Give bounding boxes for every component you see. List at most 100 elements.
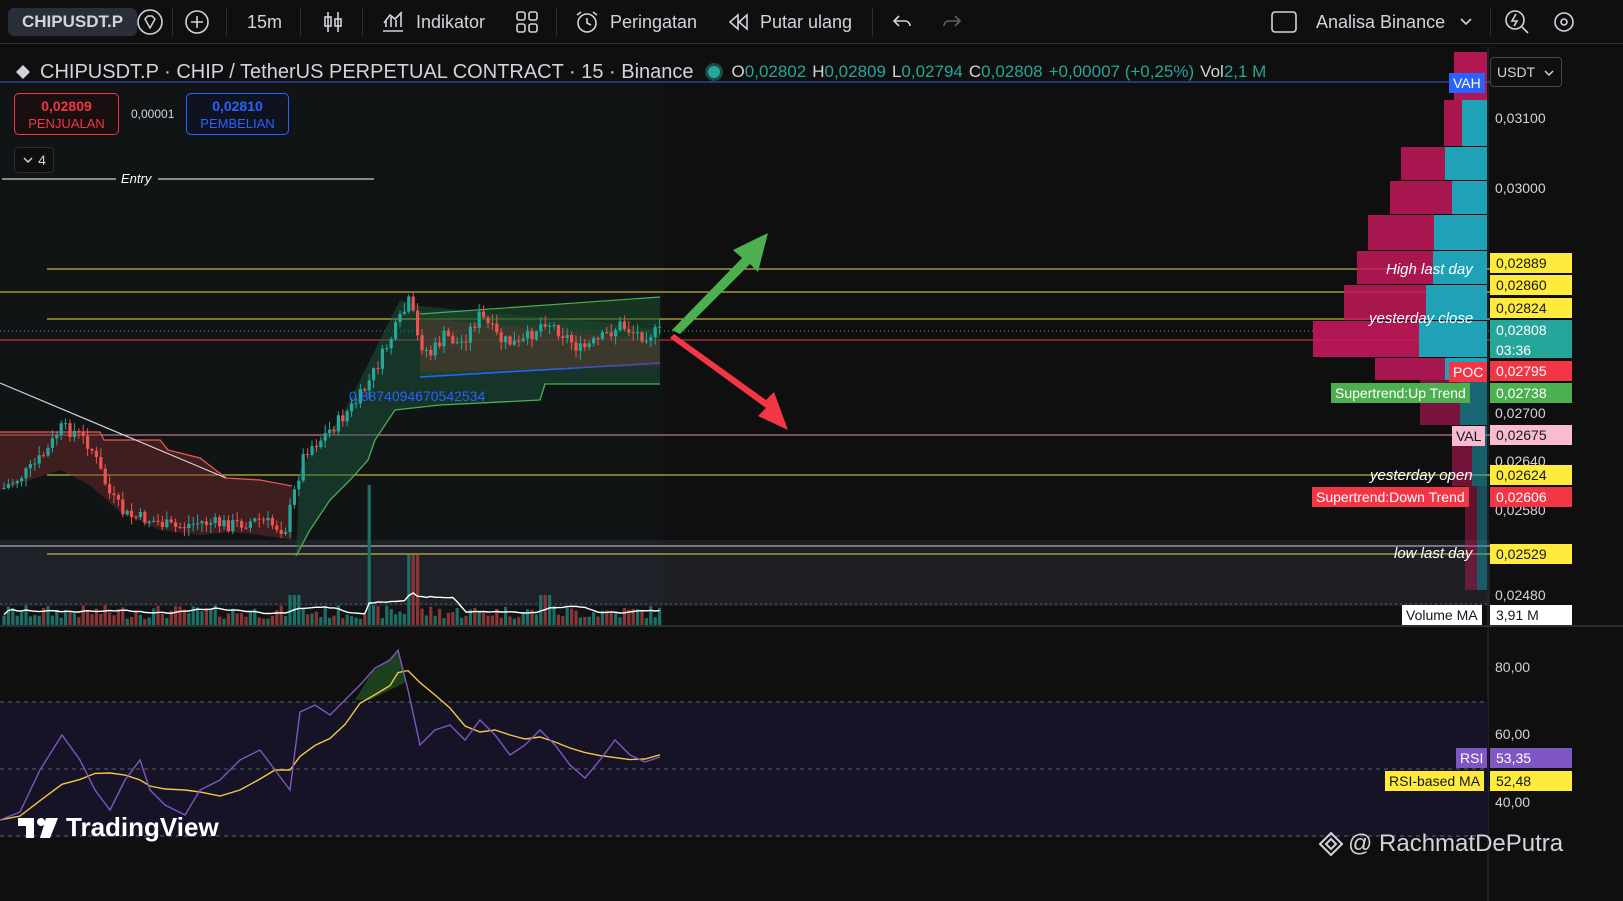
candle-body xyxy=(526,330,530,339)
candle-body xyxy=(468,326,472,343)
symbol-search-button[interactable]: CHIPUSDT.P xyxy=(8,0,138,44)
level-price: 0,02860 xyxy=(1490,275,1572,295)
indicators-button[interactable]: Indikator xyxy=(380,0,485,44)
volume-bar xyxy=(548,595,552,625)
candle-body xyxy=(297,480,301,490)
volume-bar xyxy=(209,608,213,625)
layout-square-icon xyxy=(1271,11,1297,33)
price-tick: 0,02480 xyxy=(1495,587,1546,603)
candle-body xyxy=(196,523,200,525)
candle-body xyxy=(270,517,274,526)
candle-body xyxy=(512,340,516,345)
replay-button[interactable]: Putar ulang xyxy=(726,0,852,44)
buy-price: 0,02810 xyxy=(212,98,263,114)
volume-bar xyxy=(345,614,349,625)
candle-body xyxy=(292,489,296,505)
layout-button[interactable]: Analisa Binance xyxy=(1270,0,1477,44)
candle-body xyxy=(314,446,318,448)
volume-bar xyxy=(147,617,151,625)
candle-body xyxy=(112,493,116,496)
candle-body xyxy=(187,524,191,529)
sell-button[interactable]: 0,02809 PENJUALAN xyxy=(14,93,119,135)
high-last-day-label: High last day xyxy=(1386,261,1473,278)
volume-bar xyxy=(570,608,574,625)
volume-bar xyxy=(565,607,569,625)
volume-bar xyxy=(55,609,59,625)
interval-button[interactable]: 15m xyxy=(247,0,282,44)
volume-bar xyxy=(262,618,266,625)
gear-icon xyxy=(1554,12,1574,32)
volume-bar xyxy=(534,614,538,625)
candle-body xyxy=(416,310,420,336)
candle-body xyxy=(596,338,600,340)
candle-body xyxy=(284,531,288,534)
rsi-tick: 40,00 xyxy=(1495,794,1531,810)
candle-body xyxy=(442,330,446,347)
candle-body xyxy=(275,525,279,530)
candle-body xyxy=(543,324,547,327)
candle-body xyxy=(398,313,402,322)
settings-button[interactable] xyxy=(1550,0,1578,44)
volume-bar xyxy=(297,595,301,625)
volume-ma-tag: Volume MA xyxy=(1402,605,1482,625)
candle-body xyxy=(376,368,380,370)
alerts-button[interactable]: Peringatan xyxy=(574,0,697,44)
candle-body xyxy=(640,332,644,342)
volume-bar xyxy=(46,606,50,625)
favorite-icon[interactable] xyxy=(136,0,164,44)
volume-bar xyxy=(341,618,345,625)
redo-button[interactable] xyxy=(940,0,964,44)
volume-bar xyxy=(68,612,72,625)
volume-bar xyxy=(556,614,560,625)
undo-button[interactable] xyxy=(890,0,914,44)
candle-body xyxy=(429,350,433,356)
volume-bar xyxy=(477,610,481,625)
candle-body xyxy=(222,520,226,527)
vol-value: 2,1 M xyxy=(1223,62,1267,81)
yesterday-open-price: 0,02624 xyxy=(1490,465,1572,485)
candle-body xyxy=(200,521,204,524)
candle-body xyxy=(81,431,85,436)
volume-bar xyxy=(442,618,446,625)
low-value: 0,02794 xyxy=(901,62,963,81)
candle-body xyxy=(50,438,54,448)
supertrend-down-price: 0,02606 xyxy=(1490,487,1572,507)
top-toolbar: CHIPUSDT.P 15m Indikator Peringatan Puta… xyxy=(0,0,1623,44)
candle-body xyxy=(160,521,164,528)
indicators-label: Indikator xyxy=(416,11,486,32)
candle-body xyxy=(178,527,182,529)
candle-body xyxy=(508,336,512,345)
candle-body xyxy=(328,429,332,434)
volume-ma-value: 3,91 M xyxy=(1490,605,1572,625)
candle-body xyxy=(627,329,631,333)
volume-bar xyxy=(174,606,178,625)
candle-body xyxy=(552,325,556,327)
indicators-collapse-button[interactable]: 4 xyxy=(14,147,54,173)
compare-symbol-button[interactable] xyxy=(184,0,210,44)
candles-icon xyxy=(324,12,342,32)
price-tick: 0,02700 xyxy=(1495,405,1546,421)
volume-bar xyxy=(2,615,6,625)
volume-bar xyxy=(266,618,270,625)
templates-button[interactable] xyxy=(514,0,540,44)
buy-button[interactable]: 0,02810 PEMBELIAN xyxy=(186,93,289,135)
candle-body xyxy=(20,478,24,482)
volume-bar xyxy=(200,611,204,625)
candle-body xyxy=(306,454,310,456)
currency-select[interactable]: USDT xyxy=(1490,57,1562,87)
quick-search-button[interactable] xyxy=(1503,0,1531,44)
last-price-tag: 0,02808 03:36 xyxy=(1490,320,1572,358)
volume-bar xyxy=(64,609,68,625)
candle-body xyxy=(64,423,68,425)
volume-bar xyxy=(20,612,24,625)
volume-bar xyxy=(508,616,512,625)
volume-bar xyxy=(376,606,380,625)
chart-type-button[interactable] xyxy=(320,0,346,44)
candle-body xyxy=(72,430,76,438)
chevron-down-icon xyxy=(1544,70,1554,77)
grid-icon xyxy=(516,11,538,33)
volume-bar xyxy=(160,613,164,625)
candle-body xyxy=(534,331,538,340)
volume-bar xyxy=(433,615,437,625)
candle-body xyxy=(266,517,270,521)
